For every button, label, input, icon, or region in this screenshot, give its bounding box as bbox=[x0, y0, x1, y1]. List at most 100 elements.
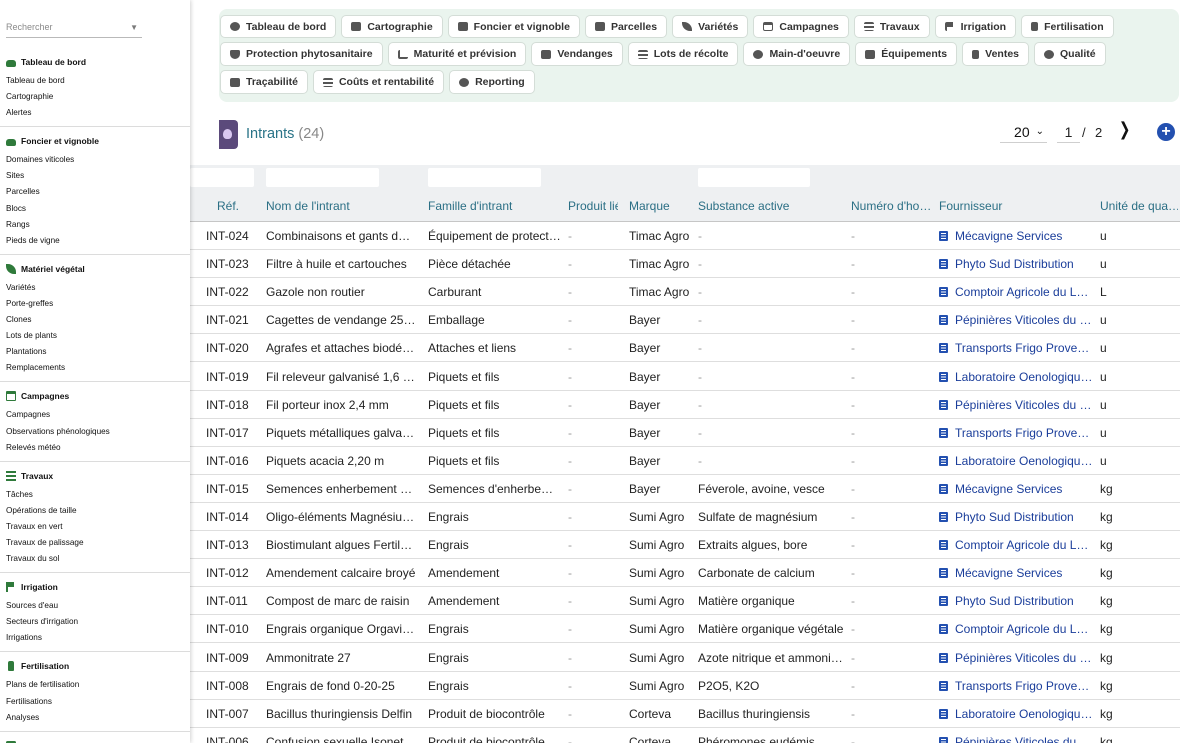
col-supplier-cell[interactable]: Transports Frigo Provence bbox=[955, 341, 1095, 355]
sidebar-item[interactable]: Cartographie bbox=[0, 89, 190, 105]
col-supplier-cell[interactable]: Laboratoire Oenologique… bbox=[955, 370, 1095, 384]
nav-button[interactable]: Reporting bbox=[449, 70, 535, 94]
col-supplier-cell[interactable]: Pépinières Viticoles du V… bbox=[955, 651, 1095, 665]
col-supplier-cell[interactable]: Pépinières Viticoles du V… bbox=[955, 313, 1095, 327]
table-row[interactable]: INT-007 Bacillus thuringiensis Delfin Prod… bbox=[190, 700, 1180, 728]
next-page-button[interactable]: ❯ bbox=[1119, 119, 1131, 139]
sidebar-item[interactable]: Sites bbox=[0, 168, 190, 184]
sidebar-item[interactable]: Tâches bbox=[0, 487, 190, 503]
table-row[interactable]: INT-006 Confusion sexuelle Isonet L… Produ… bbox=[190, 728, 1180, 743]
chevron-down-icon[interactable]: ▼ bbox=[130, 23, 138, 32]
nav-button[interactable]: Cartographie bbox=[341, 15, 443, 38]
sidebar-group-header[interactable]: Travaux bbox=[0, 468, 190, 484]
sidebar-item[interactable]: Analyses bbox=[0, 710, 190, 726]
filter-ref[interactable] bbox=[190, 168, 254, 187]
nav-button[interactable]: Traçabilité bbox=[220, 70, 308, 94]
col-supplier-cell[interactable]: Mécavigne Services bbox=[955, 566, 1095, 580]
sidebar-group-header[interactable]: Campagnes bbox=[0, 388, 190, 404]
col-active-substance-header[interactable]: Substance active bbox=[698, 199, 846, 213]
col-ref-header[interactable]: Réf. bbox=[217, 199, 247, 213]
col-supplier-cell[interactable]: Pépinières Viticoles du V… bbox=[955, 398, 1095, 412]
col-supplier-cell[interactable]: Laboratoire Oenologique… bbox=[955, 707, 1095, 721]
table-row[interactable]: INT-010 Engrais organique Orgaviti … Engra… bbox=[190, 615, 1180, 644]
col-supplier-cell[interactable]: Phyto Sud Distribution bbox=[955, 257, 1095, 271]
sidebar-item[interactable]: Observations phénologiques bbox=[0, 424, 190, 440]
col-supplier-cell[interactable]: Phyto Sud Distribution bbox=[955, 510, 1095, 524]
col-supplier-cell[interactable]: Mécavigne Services bbox=[955, 229, 1095, 243]
col-supplier-cell[interactable]: Pépinières Viticoles du V… bbox=[955, 735, 1095, 743]
table-row[interactable]: INT-015 Semences enherbement Viti… Semence… bbox=[190, 475, 1180, 503]
nav-button[interactable]: Vendanges bbox=[531, 42, 623, 66]
sidebar-item[interactable]: Porte-greffes bbox=[0, 296, 190, 312]
col-brand-header[interactable]: Marque bbox=[629, 199, 694, 213]
nav-button[interactable]: Coûts et rentabilité bbox=[312, 70, 445, 94]
table-row[interactable]: INT-019 Fil releveur galvanisé 1,6 mm Piqu… bbox=[190, 363, 1180, 391]
nav-button[interactable]: Campagnes bbox=[753, 15, 849, 38]
sidebar-item[interactable]: Alertes bbox=[0, 105, 190, 121]
sidebar-group-header[interactable]: Foncier et vignoble bbox=[0, 133, 190, 149]
sidebar-item[interactable]: Domaines viticoles bbox=[0, 152, 190, 168]
nav-button[interactable]: Foncier et vignoble bbox=[447, 15, 580, 38]
sidebar-item[interactable]: Clones bbox=[0, 312, 190, 328]
sidebar-item[interactable]: Campagnes bbox=[0, 407, 190, 423]
add-button[interactable]: + bbox=[1157, 123, 1175, 141]
table-row[interactable]: INT-024 Combinaisons et gants de tr… Équip… bbox=[190, 222, 1180, 251]
sidebar-item[interactable]: Parcelles bbox=[0, 184, 190, 200]
sidebar-item[interactable]: Travaux en vert bbox=[0, 519, 190, 535]
sidebar-item[interactable]: Relevés météo bbox=[0, 440, 190, 456]
search-box[interactable]: ▼ bbox=[6, 17, 142, 38]
sidebar-item[interactable]: Lots de plants bbox=[0, 328, 190, 344]
col-supplier-cell[interactable]: Mécavigne Services bbox=[955, 482, 1095, 496]
sidebar-item[interactable]: Opérations de taille bbox=[0, 503, 190, 519]
table-row[interactable]: INT-014 Oligo-éléments Magnésium … Engrais… bbox=[190, 503, 1180, 532]
nav-button[interactable]: Protection phytosanitaire bbox=[220, 42, 383, 66]
sidebar-item[interactable]: Travaux de palissage bbox=[0, 535, 190, 551]
col-supplier-cell[interactable]: Laboratoire Oenologique… bbox=[955, 454, 1095, 468]
table-row[interactable]: INT-009 Ammonitrate 27 Engrais - Sumi Agro Az… bbox=[190, 644, 1180, 672]
sidebar-item[interactable]: Tableau de bord bbox=[0, 73, 190, 89]
nav-button[interactable]: Qualité bbox=[1034, 42, 1106, 66]
table-row[interactable]: INT-021 Cagettes de vendange 25 kg Emballa… bbox=[190, 306, 1180, 335]
table-row[interactable]: INT-013 Biostimulant algues Fertilea… Engr… bbox=[190, 531, 1180, 560]
sidebar-item[interactable]: Sources d'eau bbox=[0, 598, 190, 614]
col-name-header[interactable]: Nom de l'intrant bbox=[266, 199, 416, 213]
sidebar-item[interactable]: Blocs bbox=[0, 201, 190, 217]
nav-button[interactable]: Parcelles bbox=[584, 15, 668, 38]
sidebar-item[interactable]: Plans de fertilisation bbox=[0, 677, 190, 693]
filter-substance[interactable] bbox=[698, 168, 810, 187]
nav-button[interactable]: Lots de récolte bbox=[627, 42, 739, 66]
table-row[interactable]: INT-020 Agrafes et attaches biodégr… Attac… bbox=[190, 334, 1180, 363]
col-supplier-cell[interactable]: Comptoir Agricole du La… bbox=[955, 538, 1095, 552]
nav-button[interactable]: Maturité et prévision bbox=[387, 42, 527, 66]
sidebar-item[interactable]: Rangs bbox=[0, 217, 190, 233]
nav-button[interactable]: Ventes bbox=[962, 42, 1030, 66]
nav-button[interactable]: Tableau de bord bbox=[220, 15, 337, 38]
page-number-input[interactable]: 1 bbox=[1057, 121, 1080, 143]
table-row[interactable]: INT-017 Piquets métalliques galvani… Pique… bbox=[190, 419, 1180, 447]
table-row[interactable]: INT-008 Engrais de fond 0-20-25 Engrais - Su… bbox=[190, 672, 1180, 700]
col-supplier-cell[interactable]: Transports Frigo Provence bbox=[955, 426, 1095, 440]
sidebar-group-header[interactable]: Tableau de bord bbox=[0, 54, 190, 70]
sidebar-item[interactable]: Fertilisations bbox=[0, 694, 190, 710]
sidebar-group-header[interactable]: Irrigation bbox=[0, 579, 190, 595]
nav-button[interactable]: Main-d'oeuvre bbox=[743, 42, 851, 66]
sidebar-group-header[interactable]: Fertilisation bbox=[0, 658, 190, 674]
table-row[interactable]: INT-018 Fil porteur inox 2,4 mm Piquets et… bbox=[190, 391, 1180, 419]
filter-family[interactable] bbox=[428, 168, 541, 187]
table-row[interactable]: INT-022 Gazole non routier Carburant - Timac… bbox=[190, 278, 1180, 307]
nav-button[interactable]: Travaux bbox=[853, 15, 930, 38]
col-approval-number-header[interactable]: Numéro d'ho… bbox=[851, 199, 931, 213]
sidebar-group-header[interactable]: Protection phytosanitaire bbox=[0, 738, 190, 743]
sidebar-item[interactable]: Variétés bbox=[0, 280, 190, 296]
table-row[interactable]: INT-016 Piquets acacia 2,20 m Piquets et f… bbox=[190, 447, 1180, 475]
table-row[interactable]: INT-012 Amendement calcaire broyé Amendeme… bbox=[190, 559, 1180, 588]
nav-button[interactable]: Fertilisation bbox=[1021, 15, 1114, 38]
per-page-select[interactable]: 20 ⌄ bbox=[1000, 121, 1047, 143]
col-supplier-cell[interactable]: Phyto Sud Distribution bbox=[955, 594, 1095, 608]
search-input[interactable] bbox=[6, 17, 142, 37]
nav-button[interactable]: Irrigation bbox=[934, 15, 1017, 38]
sidebar-group-header[interactable]: Matériel végétal bbox=[0, 261, 190, 277]
col-supplier-header[interactable]: Fournisseur bbox=[939, 199, 1059, 213]
col-supplier-cell[interactable]: Transports Frigo Provence bbox=[955, 679, 1095, 693]
sidebar-item[interactable]: Remplacements bbox=[0, 360, 190, 376]
